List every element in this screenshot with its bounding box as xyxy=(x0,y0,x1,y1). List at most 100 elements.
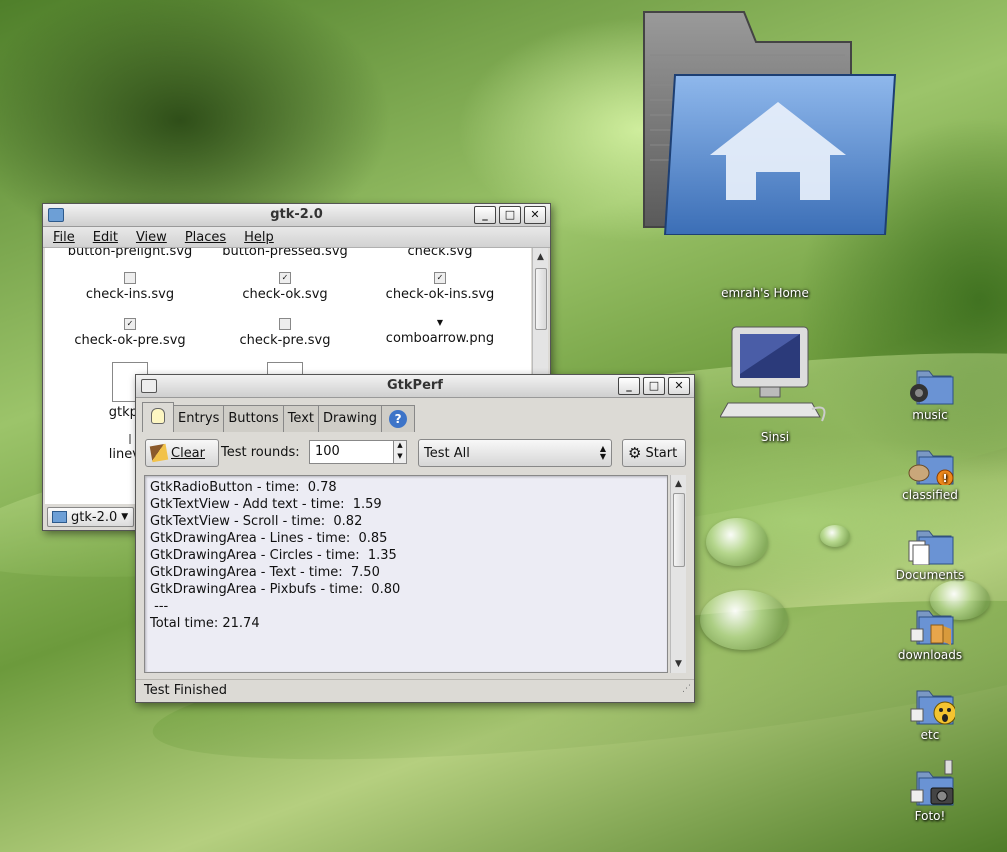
clear-label: Clear xyxy=(171,445,205,461)
tab-info[interactable] xyxy=(142,402,174,432)
desktop-icon-computer[interactable]: Sinsi xyxy=(719,325,830,444)
result-line: GtkRadioButton - time: 0.78 xyxy=(150,480,337,495)
desktop-icon-label: emrah's Home xyxy=(721,286,809,300)
desktop-icon-label: Sinsi xyxy=(760,430,790,444)
tab-drawing[interactable]: Drawing xyxy=(318,405,383,432)
desktop-icon-etc[interactable]: etc xyxy=(890,685,970,742)
gtkperf-window: GtkPerf _ □ ✕ Entrys Buttons Text Drawin… xyxy=(135,374,695,703)
desktop-icon-classified[interactable]: ! classified xyxy=(890,445,970,502)
desktop-icon-label: Documents xyxy=(895,568,965,582)
test-select-value: Test All xyxy=(424,445,470,461)
chevron-down-icon: ▼ xyxy=(121,512,129,522)
lightbulb-icon xyxy=(151,407,165,424)
location-label: gtk-2.0 xyxy=(71,509,118,525)
result-line: Total time: 21.74 xyxy=(150,616,260,631)
scrollbar-thumb[interactable] xyxy=(673,493,685,567)
etc-folder-icon xyxy=(910,690,957,725)
help-icon: ? xyxy=(389,409,408,428)
desktop-icon-label: music xyxy=(912,408,948,422)
tab-text[interactable]: Text xyxy=(282,405,319,432)
menu-file[interactable]: File xyxy=(53,230,75,245)
start-button[interactable]: ⚙ Start xyxy=(622,439,686,467)
gears-icon: ⚙ xyxy=(628,444,642,462)
close-button[interactable]: ✕ xyxy=(668,377,690,395)
file-thumbnail-icon: ✓ xyxy=(124,318,136,330)
file-item[interactable]: ✓ check-ok.svg xyxy=(210,272,360,302)
result-line: GtkDrawingArea - Lines - time: 0.85 xyxy=(150,531,388,546)
location-dropdown[interactable]: gtk-2.0 ▼ xyxy=(47,507,135,527)
results-scrollbar[interactable]: ▲ ▼ xyxy=(670,475,686,673)
music-folder-icon xyxy=(910,370,954,405)
file-item[interactable]: button-prelight.svg xyxy=(55,248,205,259)
tab-bar: Entrys Buttons Text Drawing ? xyxy=(142,402,416,432)
file-thumbnail-icon: ▼ xyxy=(436,318,444,327)
file-item[interactable]: ✓ check-ok-pre.svg xyxy=(55,318,205,348)
documents-folder-icon xyxy=(908,530,954,566)
computer-icon xyxy=(719,326,826,422)
test-select-dropdown[interactable]: Test All ▲ ▼ xyxy=(418,439,612,467)
maximize-button[interactable]: □ xyxy=(643,377,665,395)
menu-view[interactable]: View xyxy=(136,230,167,245)
file-thumbnail-icon: ✓ xyxy=(434,272,446,284)
test-rounds-spinner[interactable]: 100 ▲ ▼ xyxy=(309,440,407,464)
file-item[interactable]: check.svg xyxy=(365,248,515,259)
result-line: GtkDrawingArea - Circles - time: 1.35 xyxy=(150,548,397,563)
result-line: GtkDrawingArea - Text - time: 7.50 xyxy=(150,565,380,580)
menu-help[interactable]: Help xyxy=(244,230,274,245)
scroll-up-arrow-icon[interactable]: ▲ xyxy=(533,250,548,264)
broom-icon xyxy=(149,443,169,463)
file-item[interactable]: ▼ comboarrow.png xyxy=(365,318,515,346)
minimize-button[interactable]: _ xyxy=(618,377,640,395)
desktop-icon-label: Foto! xyxy=(914,809,946,823)
minimize-button[interactable]: _ xyxy=(474,206,496,224)
desktop-icon-label: classified xyxy=(902,488,958,502)
home-folder-icon xyxy=(643,11,897,236)
tab-entrys[interactable]: Entrys xyxy=(173,405,225,432)
results-list: GtkRadioButton - time: 0.78 GtkTextView … xyxy=(150,479,400,632)
classified-folder-icon: ! xyxy=(908,450,954,487)
result-line: --- xyxy=(150,599,169,614)
result-line: GtkDrawingArea - Pixbufs - time: 0.80 xyxy=(150,582,401,597)
close-button[interactable]: ✕ xyxy=(524,206,546,224)
menu-places[interactable]: Places xyxy=(185,230,226,245)
desktop-icon-documents[interactable]: Documents xyxy=(890,525,970,582)
test-rounds-value: 100 xyxy=(315,444,340,459)
file-item[interactable]: button-pressed.svg xyxy=(210,248,360,259)
maximize-button[interactable]: □ xyxy=(499,206,521,224)
folder-icon xyxy=(52,511,67,523)
desktop-icon-music[interactable]: music xyxy=(890,365,970,422)
tab-buttons[interactable]: Buttons xyxy=(223,405,284,432)
file-item[interactable]: ✓ check-ok-ins.svg xyxy=(365,272,515,302)
status-bar: Test Finished ⋰ xyxy=(136,679,694,702)
file-thumbnail-icon xyxy=(124,272,136,284)
menu-edit[interactable]: Edit xyxy=(93,230,118,245)
start-label: Start xyxy=(645,445,678,461)
scroll-up-arrow-icon[interactable]: ▲ xyxy=(671,477,686,491)
spin-down-icon[interactable]: ▼ xyxy=(393,452,406,463)
file-item[interactable]: check-ins.svg xyxy=(55,272,205,302)
status-text: Test Finished xyxy=(144,683,227,698)
results-textview[interactable]: GtkRadioButton - time: 0.78 GtkTextView … xyxy=(144,475,668,673)
gtkperf-titlebar[interactable]: GtkPerf _ □ ✕ xyxy=(136,375,694,398)
file-item[interactable]: check-pre.svg xyxy=(210,318,360,348)
desktop-icon-downloads[interactable]: downloads xyxy=(890,605,970,662)
desktop-icon-label: etc xyxy=(920,728,940,742)
desktop-icon-label: downloads xyxy=(897,648,963,662)
result-line: GtkTextView - Add text - time: 1.59 xyxy=(150,497,382,512)
menu-bar: File Edit View Places Help xyxy=(43,227,550,248)
desktop-icon-foto[interactable]: Foto! xyxy=(890,759,970,823)
downloads-folder-icon xyxy=(910,610,954,645)
test-rounds-label: Test rounds: xyxy=(221,445,300,460)
scroll-down-arrow-icon[interactable]: ▼ xyxy=(671,657,686,671)
foto-folder-icon xyxy=(910,759,954,806)
desktop-icon-home[interactable]: emrah's Home xyxy=(630,10,900,300)
scrollbar-thumb[interactable] xyxy=(535,268,547,330)
select-arrows-icon: ▲ ▼ xyxy=(599,444,606,461)
file-thumbnail-icon: ✓ xyxy=(279,272,291,284)
clear-button[interactable]: Clear xyxy=(145,439,219,467)
resize-grip-icon[interactable]: ⋰ xyxy=(682,678,691,700)
result-line: GtkTextView - Scroll - time: 0.82 xyxy=(150,514,363,529)
tab-help[interactable]: ? xyxy=(381,405,416,432)
file-manager-titlebar[interactable]: gtk-2.0 _ □ ✕ xyxy=(43,204,550,227)
window-title: GtkPerf xyxy=(387,378,443,393)
